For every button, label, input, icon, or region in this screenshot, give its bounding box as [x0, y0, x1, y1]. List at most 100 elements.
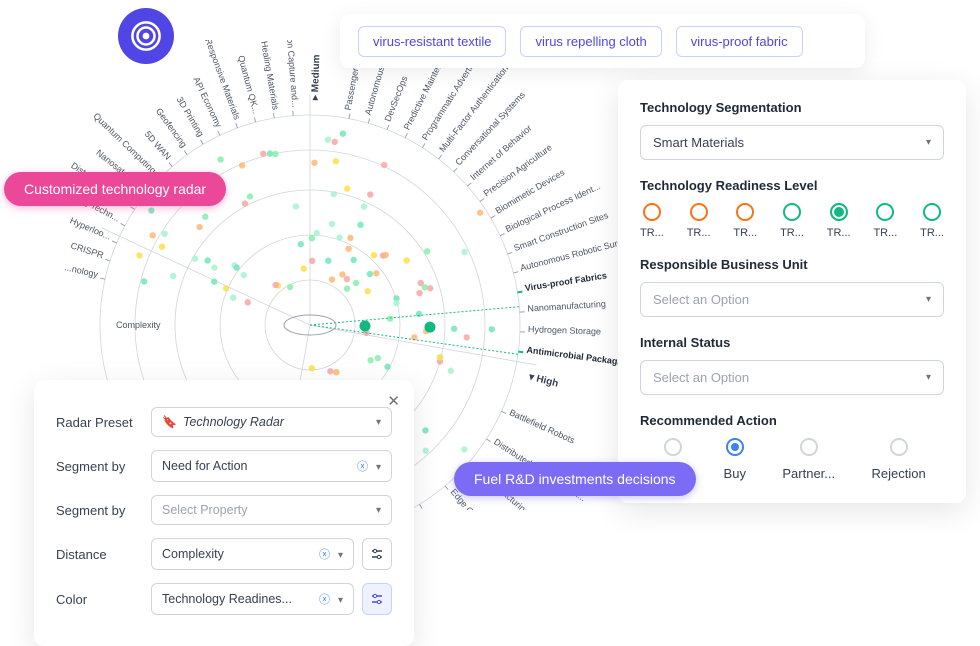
- trl-option[interactable]: TR...: [733, 203, 757, 239]
- radar-dot[interactable]: [437, 354, 443, 360]
- radar-dot[interactable]: [148, 207, 154, 213]
- radar-tech-label[interactable]: CRISPR: [69, 240, 105, 260]
- radar-dot[interactable]: [416, 290, 422, 296]
- tag-pill[interactable]: virus-proof fabric: [676, 26, 803, 57]
- clear-icon[interactable]: ⓧ: [319, 594, 330, 606]
- radar-dot[interactable]: [344, 285, 350, 291]
- close-icon[interactable]: ✕: [387, 392, 400, 410]
- radar-dot[interactable]: [329, 276, 335, 282]
- radar-dot[interactable]: [204, 257, 210, 263]
- radar-dot[interactable]: [424, 248, 430, 254]
- radar-dot[interactable]: [339, 271, 345, 277]
- tag-pill[interactable]: virus-resistant textile: [358, 26, 506, 57]
- radar-dot[interactable]: [361, 203, 367, 209]
- radar-dot[interactable]: [196, 224, 202, 230]
- radar-dot[interactable]: [287, 284, 293, 290]
- radar-dot[interactable]: [375, 355, 381, 361]
- radar-dot[interactable]: [293, 203, 299, 209]
- adjust-button[interactable]: [362, 538, 392, 570]
- radar-dot[interactable]: [247, 193, 253, 199]
- clear-icon[interactable]: ⓧ: [357, 461, 368, 473]
- radar-dot[interactable]: [245, 299, 251, 305]
- radar-dot[interactable]: [371, 252, 377, 258]
- radar-dot[interactable]: [381, 162, 387, 168]
- radar-dot[interactable]: [267, 150, 273, 156]
- radar-dot[interactable]: [325, 136, 331, 142]
- radar-section-header-high[interactable]: ▾ High: [527, 371, 560, 389]
- radar-tech-label[interactable]: Precision Agriculture: [482, 142, 554, 198]
- radar-dot[interactable]: [192, 256, 198, 262]
- radar-dot[interactable]: [309, 258, 315, 264]
- action-option[interactable]: Rejection: [872, 438, 926, 481]
- radar-dot[interactable]: [489, 326, 495, 332]
- radar-tech-label[interactable]: DevSecOps: [383, 74, 410, 123]
- action-option[interactable]: Buy: [724, 438, 746, 481]
- radar-dot[interactable]: [347, 235, 353, 241]
- radar-tech-label[interactable]: Nanomanufacturing: [527, 299, 606, 314]
- radar-dot[interactable]: [170, 273, 176, 279]
- radar-dot[interactable]: [383, 252, 389, 258]
- radar-dot[interactable]: [367, 271, 373, 277]
- action-option[interactable]: Partner...: [782, 438, 835, 481]
- radar-tech-label[interactable]: Hyperloo...: [68, 215, 112, 241]
- radar-dot[interactable]: [298, 241, 304, 247]
- radar-dot[interactable]: [340, 130, 346, 136]
- radar-dot[interactable]: [327, 368, 333, 374]
- radar-dot[interactable]: [301, 265, 307, 271]
- radar-tech-label[interactable]: ...nology: [64, 262, 100, 279]
- radar-dot[interactable]: [357, 222, 363, 228]
- radar-dot[interactable]: [239, 162, 245, 168]
- radar-dot[interactable]: [365, 288, 371, 294]
- trl-option[interactable]: TR...: [873, 203, 897, 239]
- trl-option[interactable]: TR...: [687, 203, 711, 239]
- radar-dot[interactable]: [384, 364, 390, 370]
- radar-dot[interactable]: [309, 235, 315, 241]
- radar-dot[interactable]: [309, 365, 315, 371]
- internal-status-select[interactable]: Select an Option ▾: [640, 360, 944, 395]
- radar-tech-label[interactable]: Internet of Behavior: [468, 123, 534, 182]
- radar-dot[interactable]: [344, 276, 350, 282]
- segment-by-select-1[interactable]: Need for Action ⓧ▾: [151, 450, 392, 482]
- radar-tech-label[interactable]: Self Healing Materials: [256, 40, 281, 111]
- radar-dot[interactable]: [463, 334, 469, 340]
- radar-dot[interactable]: [367, 357, 373, 363]
- radar-dot[interactable]: [211, 264, 217, 270]
- radar-tech-label[interactable]: Battlefield Robots: [508, 407, 577, 445]
- radar-dot[interactable]: [325, 258, 331, 264]
- radar-dot[interactable]: [311, 160, 317, 166]
- radar-dot[interactable]: [272, 282, 278, 288]
- radar-dot-highlighted[interactable]: [424, 322, 435, 333]
- radar-dot[interactable]: [345, 245, 351, 251]
- radar-dot[interactable]: [387, 315, 393, 321]
- radar-dot[interactable]: [333, 369, 339, 375]
- radar-dot[interactable]: [241, 272, 247, 278]
- trl-option[interactable]: TR...: [827, 203, 851, 239]
- radar-preset-select[interactable]: 🔖Technology Radar ▾: [151, 407, 392, 437]
- distance-select[interactable]: Complexity ⓧ▾: [151, 538, 354, 570]
- radar-dot[interactable]: [223, 285, 229, 291]
- radar-dot[interactable]: [344, 185, 350, 191]
- radar-dot[interactable]: [333, 158, 339, 164]
- radar-dot[interactable]: [373, 270, 379, 276]
- radar-dot[interactable]: [461, 446, 467, 452]
- radar-dot[interactable]: [367, 191, 373, 197]
- radar-dot[interactable]: [331, 191, 337, 197]
- radar-dot[interactable]: [217, 156, 223, 162]
- radar-dot[interactable]: [477, 209, 483, 215]
- radar-tech-label[interactable]: Virus-proof Fabrics: [524, 270, 607, 293]
- tag-pill[interactable]: virus repelling cloth: [520, 26, 661, 57]
- radar-section-header-medium[interactable]: ▸ Medium: [310, 54, 323, 101]
- radar-dot[interactable]: [242, 200, 248, 206]
- trl-option[interactable]: TR...: [920, 203, 944, 239]
- radar-dot[interactable]: [422, 448, 428, 454]
- radar-dot[interactable]: [422, 427, 428, 433]
- radar-dot[interactable]: [211, 278, 217, 284]
- trl-option[interactable]: TR...: [640, 203, 664, 239]
- radar-dot-highlighted[interactable]: [359, 320, 370, 331]
- radar-tech-label[interactable]: Hydrogen Storage: [528, 324, 601, 336]
- radar-dot[interactable]: [451, 326, 457, 332]
- radar-dot[interactable]: [314, 230, 320, 236]
- radar-dot[interactable]: [162, 231, 168, 237]
- radar-dot[interactable]: [230, 295, 236, 301]
- radar-dot[interactable]: [159, 244, 165, 250]
